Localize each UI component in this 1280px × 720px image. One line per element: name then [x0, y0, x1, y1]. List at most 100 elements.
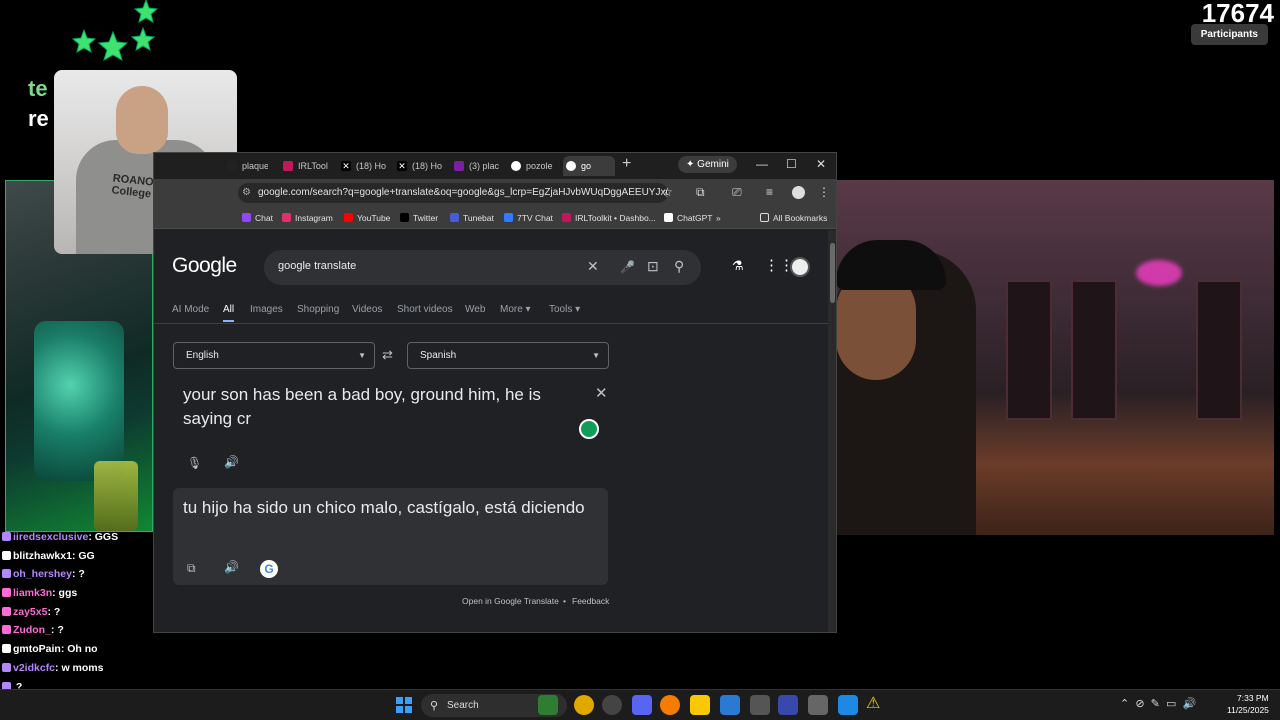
google-logo[interactable]: Google: [172, 254, 237, 278]
voice-input-icon[interactable]: 🎙: [187, 456, 202, 470]
cast-icon[interactable]: ⎚: [732, 185, 742, 200]
store-icon[interactable]: [720, 695, 740, 715]
bookmarks-overflow-icon[interactable]: »: [716, 211, 721, 225]
search-icon[interactable]: ⚲: [674, 258, 684, 275]
chat-username[interactable]: liamk3n: [13, 587, 52, 599]
nav-more[interactable]: More ▾: [500, 304, 531, 315]
nav-web[interactable]: Web: [465, 304, 485, 315]
bookmark-label: ChatGPT: [677, 213, 713, 223]
nav-images[interactable]: Images: [250, 304, 283, 315]
clock-date[interactable]: 11/25/2025: [1227, 705, 1269, 715]
site-info-icon[interactable]: ⚙: [242, 187, 251, 198]
swap-languages-icon[interactable]: ⇄: [382, 347, 393, 363]
listen-source-icon[interactable]: 🔊: [224, 455, 239, 469]
tab[interactable]: (3) plac: [451, 156, 499, 176]
browser-window: plaque IRLTool ✕ (18) Ho ✕ (18) Ho (3) pla…: [153, 152, 837, 633]
extensions-icon[interactable]: ⧉: [696, 185, 705, 200]
chat-username[interactable]: oh_hershey: [13, 568, 72, 580]
bookmark-item[interactable]: IRLToolkit • Dashbo...: [562, 211, 656, 225]
open-in-translate-link[interactable]: Open in Google Translate: [462, 596, 559, 606]
chat-username[interactable]: gmtoPain: [13, 643, 61, 655]
clear-text-icon[interactable]: ✕: [595, 384, 608, 402]
minimize-icon[interactable]: —: [756, 157, 768, 171]
maximize-icon[interactable]: ☐: [786, 157, 797, 171]
tab[interactable]: pozole: [508, 156, 556, 176]
gemini-button[interactable]: ✦ Gemini: [678, 156, 737, 173]
taskbar-app-icon[interactable]: [538, 695, 558, 715]
bookmark-favicon-icon: [242, 213, 251, 222]
bookmark-item[interactable]: Chat: [242, 211, 273, 225]
tab[interactable]: plaque: [224, 156, 268, 176]
tab-active[interactable]: go: [563, 156, 615, 176]
chat-username[interactable]: Zudon_: [13, 624, 51, 636]
close-window-icon[interactable]: ✕: [816, 157, 826, 171]
media-icon[interactable]: ≡: [766, 185, 773, 199]
tab[interactable]: ✕ (18) Ho: [394, 156, 442, 176]
tab-favicon: [454, 161, 464, 171]
warning-icon[interactable]: ⚠: [866, 695, 886, 715]
app-icon[interactable]: [808, 695, 828, 715]
clear-search-icon[interactable]: ✕: [587, 258, 599, 275]
system-tray[interactable]: ⌃ ⊘ ✎ ▭ 🔊: [1120, 697, 1196, 710]
scrollbar-thumb[interactable]: [830, 243, 835, 303]
tab[interactable]: ✕ (18) Ho: [338, 156, 386, 176]
copy-icon[interactable]: ⧉: [187, 561, 196, 576]
nav-tools[interactable]: Tools ▾: [549, 304, 580, 315]
profile-avatar[interactable]: [792, 186, 805, 199]
start-icon[interactable]: [396, 697, 412, 713]
google-icon[interactable]: G: [260, 560, 278, 578]
obs-icon[interactable]: [602, 695, 622, 715]
target-language-select[interactable]: Spanish ▼: [407, 342, 609, 369]
nav-ai-mode[interactable]: AI Mode: [172, 304, 209, 315]
grammarly-icon[interactable]: [579, 419, 599, 439]
mic-icon[interactable]: 🎤: [620, 260, 635, 274]
chat-badge-icon: [2, 532, 11, 541]
listen-result-icon[interactable]: 🔊: [224, 560, 239, 574]
new-tab-button[interactable]: +: [622, 155, 631, 173]
search-box[interactable]: google translate ✕ 🎤 ⊡ ⚲: [264, 250, 701, 285]
bookmark-item[interactable]: Instagram: [282, 211, 333, 225]
nav-short-videos[interactable]: Short videos: [397, 304, 453, 315]
discord-icon[interactable]: [632, 695, 652, 715]
door: [1196, 280, 1242, 420]
file-explorer-icon[interactable]: [690, 695, 710, 715]
chat-username[interactable]: v2idkcfc: [13, 662, 55, 674]
bookmark-item[interactable]: Tunebat: [450, 211, 494, 225]
bookmark-item[interactable]: Twitter: [400, 211, 438, 225]
feedback-link[interactable]: Feedback: [572, 596, 609, 606]
translate-source-textarea[interactable]: your son has been a bad boy, ground him,…: [183, 383, 593, 431]
labs-icon[interactable]: ⚗: [732, 258, 744, 274]
chrome-icon[interactable]: [574, 695, 594, 715]
menu-icon[interactable]: ⋮: [818, 185, 830, 199]
app-icon[interactable]: [778, 695, 798, 715]
lens-icon[interactable]: ⊡: [647, 258, 659, 275]
participants-button[interactable]: Participants: [1190, 24, 1268, 45]
chat-badge-icon: [2, 662, 11, 672]
bookmark-item[interactable]: YouTube: [344, 211, 390, 225]
account-avatar[interactable]: [790, 257, 810, 277]
source-language-select[interactable]: English ▼: [173, 342, 375, 369]
chat-username[interactable]: blitzhawkx1: [13, 550, 72, 562]
bookmark-item[interactable]: 7TV Chat: [504, 211, 553, 225]
nav-all[interactable]: All: [223, 304, 234, 315]
bookmark-label: 7TV Chat: [517, 213, 553, 223]
brave-icon[interactable]: [660, 695, 680, 715]
bookmark-item[interactable]: ChatGPT: [664, 211, 712, 225]
all-bookmarks-button[interactable]: All Bookmarks: [760, 211, 827, 225]
chat-username[interactable]: zay5x5: [13, 606, 47, 618]
tab-label: plaque: [242, 161, 268, 171]
chat-badge-icon: [2, 625, 11, 635]
address-bar[interactable]: google.com/search?q=google+translate&oq=…: [238, 183, 668, 203]
stars-decoration: [71, 0, 159, 62]
app-icon[interactable]: [838, 695, 858, 715]
streamer-cap: [836, 240, 946, 290]
nav-shopping[interactable]: Shopping: [297, 304, 339, 315]
nav-videos[interactable]: Videos: [352, 304, 382, 315]
search-input[interactable]: google translate: [278, 260, 356, 272]
tab[interactable]: IRLTool: [280, 156, 328, 176]
bookmark-star-icon[interactable]: ☆: [662, 185, 673, 199]
source-language-label: English: [186, 350, 219, 361]
clock-time[interactable]: 7:33 PM: [1237, 693, 1269, 703]
chat-username[interactable]: iiredsexclusive: [13, 531, 88, 543]
app-icon[interactable]: [750, 695, 770, 715]
